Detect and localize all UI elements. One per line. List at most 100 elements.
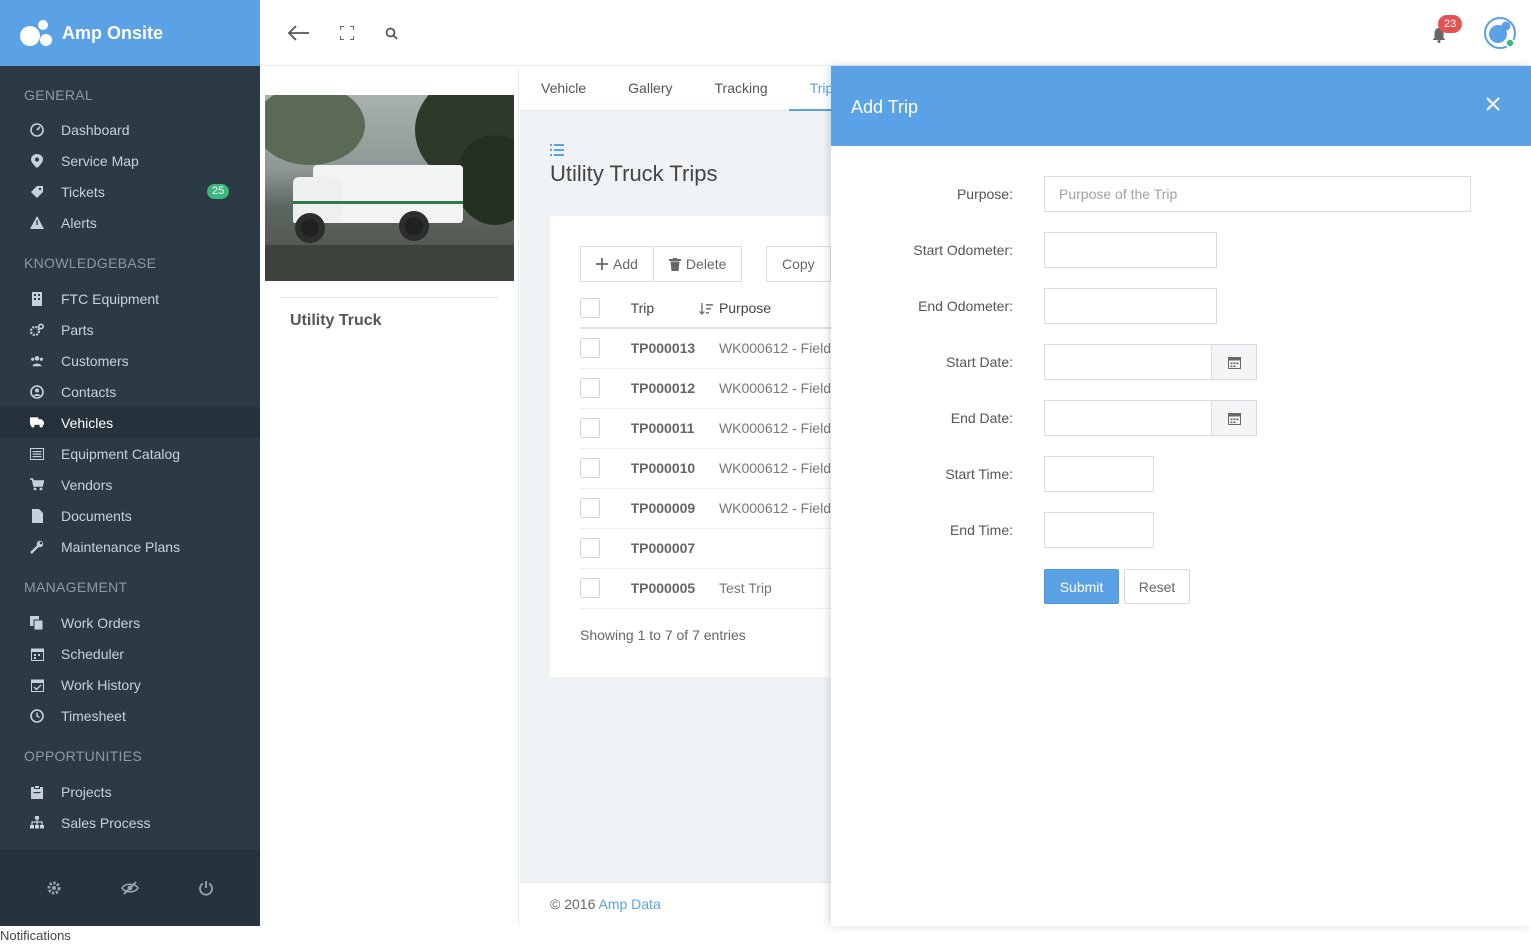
submit-button[interactable]: Submit: [1044, 569, 1119, 604]
purpose-input[interactable]: [1044, 176, 1471, 212]
sidebar-item-projects[interactable]: Projects: [0, 776, 260, 807]
sidebar-item-label: Service Map: [61, 152, 139, 169]
sidebar-item-label: Vendors: [61, 476, 113, 493]
sidebar-item-sales-process[interactable]: Sales Process: [0, 807, 260, 838]
tab-tracking[interactable]: Tracking: [694, 67, 789, 111]
copyright-text: © 2016: [550, 896, 596, 912]
tag-icon: [30, 185, 44, 199]
row-checkbox[interactable]: [580, 418, 600, 438]
sidebar-item-work-history[interactable]: Work History: [0, 669, 260, 700]
user-circle-icon: [30, 384, 44, 399]
search-icon[interactable]: [380, 22, 402, 44]
sidebar: Amp Onsite GENERAL Dashboard Service Map…: [0, 0, 260, 926]
start-time-label: Start Time:: [945, 466, 1013, 482]
trip-id-cell[interactable]: TP000009: [630, 488, 719, 529]
fullscreen-icon[interactable]: [336, 22, 358, 44]
tab-vehicle[interactable]: Vehicle: [520, 67, 607, 111]
table-row[interactable]: TP000009 WK000612 - Field: [580, 488, 831, 529]
row-select-cell: [580, 448, 631, 489]
trip-column-header[interactable]: Trip: [630, 288, 719, 329]
trip-id-cell[interactable]: TP000005: [630, 568, 719, 609]
sidebar-item-label: Timesheet: [61, 707, 126, 724]
table-header-row: Trip Purpose: [580, 288, 831, 329]
start-odometer-input[interactable]: [1044, 232, 1217, 268]
end-odometer-label: End Odometer:: [918, 298, 1013, 314]
sidebar-item-label: Work History: [61, 676, 141, 693]
delete-button[interactable]: Delete: [653, 246, 743, 282]
sidebar-item-tickets[interactable]: Tickets 25: [0, 176, 260, 207]
sidebar-item-maintenance-plans[interactable]: Maintenance Plans: [0, 531, 260, 562]
start-date-calendar-button[interactable]: [1212, 344, 1257, 380]
close-icon[interactable]: [1483, 94, 1503, 114]
end-date-calendar-button[interactable]: [1212, 400, 1257, 436]
start-date-label: Start Date:: [946, 354, 1013, 370]
export-actions: Copy: [766, 246, 831, 282]
row-checkbox[interactable]: [580, 578, 600, 598]
row-checkbox[interactable]: [580, 338, 600, 359]
table-row[interactable]: TP000010 WK000612 - Field: [580, 448, 831, 489]
sidebar-item-documents[interactable]: Documents: [0, 500, 260, 531]
row-checkbox[interactable]: [580, 378, 600, 398]
add-button[interactable]: Add: [580, 246, 654, 282]
trip-id-cell[interactable]: TP000007: [630, 528, 719, 569]
sidebar-item-vehicles[interactable]: Vehicles: [0, 407, 260, 438]
select-all-checkbox[interactable]: [580, 297, 600, 318]
nav-section-general: GENERAL: [24, 87, 94, 103]
sidebar-item-vendors[interactable]: Vendors: [0, 469, 260, 500]
end-date-input[interactable]: [1044, 400, 1212, 436]
row-select-cell: [580, 408, 631, 449]
trip-id-cell[interactable]: TP000010: [630, 448, 719, 489]
sidebar-item-scheduler[interactable]: Scheduler: [0, 638, 260, 669]
brand-bar[interactable]: Amp Onsite: [0, 0, 260, 66]
sidebar-item-parts[interactable]: Parts: [0, 314, 260, 345]
table-row[interactable]: TP000012 WK000612 - Field: [580, 368, 831, 409]
row-checkbox[interactable]: [580, 498, 600, 518]
sidebar-item-timesheet[interactable]: Timesheet: [0, 700, 260, 731]
table-row[interactable]: TP000011 WK000612 - Field: [580, 408, 831, 449]
sidebar-item-alerts[interactable]: Alerts: [0, 207, 260, 238]
row-checkbox[interactable]: [580, 458, 600, 478]
page-footer: © 2016 Amp Data: [520, 882, 831, 926]
end-odometer-row: End Odometer:: [831, 288, 1531, 324]
settings-icon[interactable]: [44, 878, 64, 898]
sidebar-item-label: Scheduler: [61, 645, 125, 662]
sidebar-item-contacts[interactable]: Contacts: [0, 376, 260, 407]
start-time-row: Start Time:: [831, 456, 1531, 492]
row-select-cell: [580, 528, 631, 569]
purpose-cell: WK000612 - Field: [718, 368, 831, 409]
sidebar-item-work-orders[interactable]: Work Orders: [0, 607, 260, 638]
purpose-label: Purpose:: [956, 186, 1013, 202]
reset-button[interactable]: Reset: [1124, 569, 1190, 604]
table-row[interactable]: TP000005 Test Trip: [580, 568, 831, 609]
back-arrow-icon[interactable]: [288, 22, 310, 44]
row-checkbox[interactable]: [580, 538, 600, 558]
trip-id-cell[interactable]: TP000011: [630, 408, 719, 449]
amp-data-link[interactable]: Amp Data: [598, 896, 660, 912]
table-row[interactable]: TP000013 WK000612 - Field: [580, 328, 831, 369]
purpose-cell: WK000612 - Field: [718, 448, 831, 489]
end-odometer-input[interactable]: [1044, 288, 1217, 324]
purpose-column-header[interactable]: Purpose: [718, 288, 831, 329]
sidebar-item-equipment-catalog[interactable]: Equipment Catalog: [0, 438, 260, 469]
purpose-row: Purpose:: [831, 176, 1531, 212]
eye-slash-icon[interactable]: [120, 878, 140, 898]
sidebar-item-label: Equipment Catalog: [61, 445, 181, 462]
trash-icon: [668, 257, 681, 271]
sidebar-item-dashboard[interactable]: Dashboard: [0, 114, 260, 145]
sidebar-item-label: Work Orders: [61, 614, 141, 631]
tab-gallery[interactable]: Gallery: [607, 67, 693, 111]
trip-id-cell[interactable]: TP000012: [630, 368, 719, 409]
end-time-input[interactable]: [1044, 512, 1154, 548]
sidebar-item-customers[interactable]: Customers: [0, 345, 260, 376]
purpose-cell: Test Trip: [718, 568, 831, 609]
avatar[interactable]: [1484, 17, 1516, 49]
trip-id-cell[interactable]: TP000013: [630, 328, 719, 369]
sidebar-item-label: Alerts: [61, 214, 97, 231]
copy-button[interactable]: Copy: [766, 246, 831, 282]
start-time-input[interactable]: [1044, 456, 1154, 492]
sidebar-item-service-map[interactable]: Service Map: [0, 145, 260, 176]
sidebar-item-ftc-equipment[interactable]: FTC Equipment: [0, 283, 260, 314]
start-date-input[interactable]: [1044, 344, 1212, 380]
power-icon[interactable]: [196, 878, 216, 898]
table-row[interactable]: TP000007: [580, 528, 831, 569]
